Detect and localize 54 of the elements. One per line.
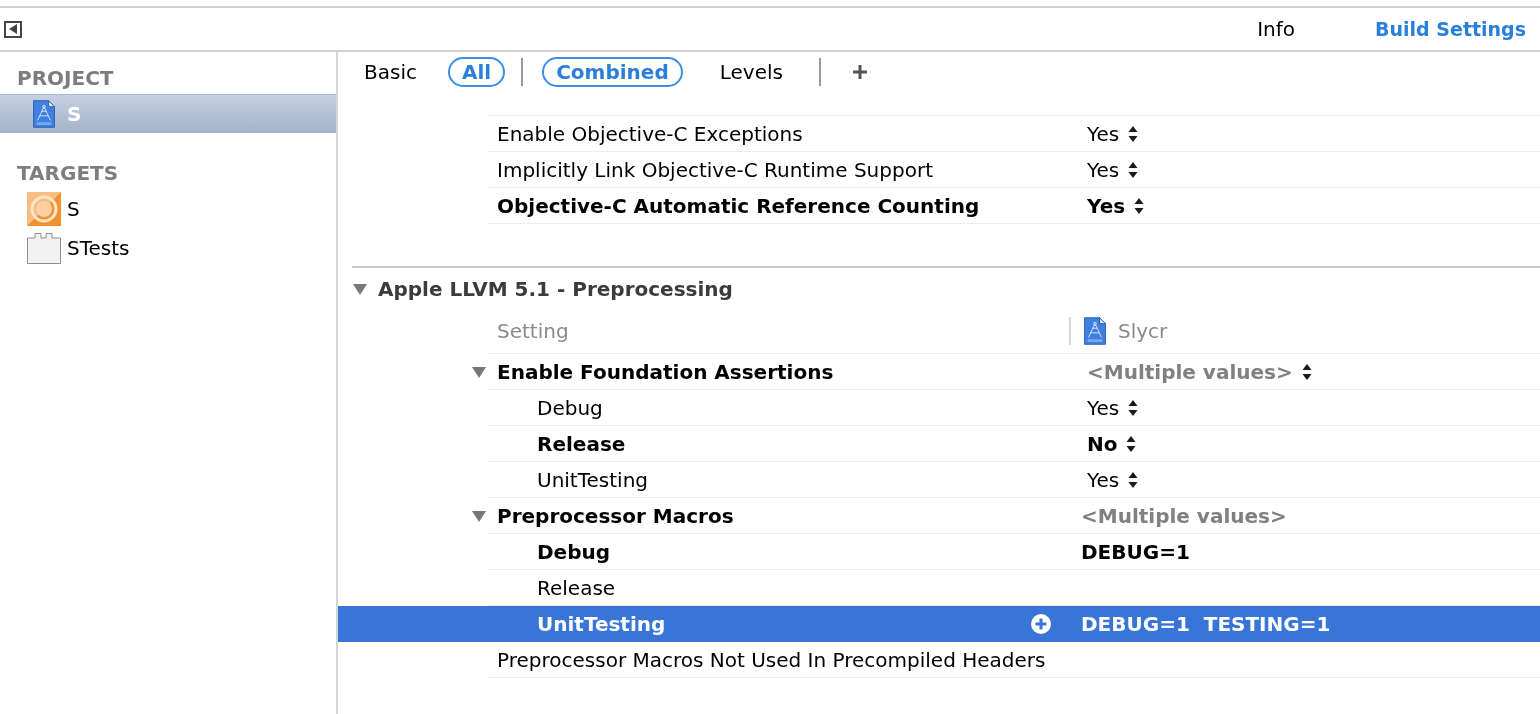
stepper-arrows-icon [1301,362,1312,381]
toolbar-tab[interactable]: Info [1257,14,1296,44]
value-popup[interactable]: <Multiple values> [1087,356,1312,387]
setting-value: DEBUG=1 [1081,538,1190,566]
sidebar-item[interactable]: STests [0,228,336,267]
stepper-arrows-icon [1134,196,1145,215]
sidebar-section-title: PROJECT [16,65,115,92]
setting-value: DEBUG=1 TESTING=1 [1081,611,1331,638]
setting-name: Preprocessor Macros [496,502,734,530]
filter-tab[interactable]: All [447,57,506,87]
back-button[interactable] [4,20,22,38]
left-triangle-icon [9,24,17,34]
setting-name: Enable Foundation Assertions [496,358,834,386]
add-button[interactable] [851,64,868,80]
setting-name: Preprocessor Macros Not Used In Precompiled Headers [496,646,1046,674]
stepper-arrows-icon [1128,398,1139,417]
setting-name: UnitTesting [536,466,649,494]
setting-name: Release [536,430,626,458]
setting-name: Debug [536,538,611,566]
setting-name: Implicitly Link Objective-C Runtime Support [496,156,933,184]
blueprint-document-icon [1084,317,1106,345]
column-header: Setting [496,318,569,345]
setting-row[interactable]: UnitTesting DEBUG=1 TESTING=1 [338,606,1540,642]
setting-name: Objective-C Automatic Reference Counting [496,192,980,220]
value-popup[interactable]: Yes [1087,190,1145,221]
setting-name: UnitTesting [536,611,666,638]
disclosure-triangle-icon[interactable] [471,508,487,524]
value-popup[interactable]: Yes [1087,118,1139,149]
sidebar-item[interactable]: S [0,189,336,228]
value-popup[interactable]: Yes [1087,154,1139,185]
value-popup[interactable]: No [1087,428,1137,459]
app-icon [27,191,61,226]
section-title: Apple LLVM 5.1 - Preprocessing [378,275,733,303]
plus-circle-icon[interactable] [1031,614,1051,634]
value-popup[interactable]: Yes [1087,392,1139,423]
stepper-arrows-icon [1128,160,1139,179]
filter-tab[interactable]: Basic [350,57,431,87]
value-popup[interactable]: Yes [1087,464,1139,495]
sidebar-section-title: TARGETS [16,160,120,187]
bundle-box-icon [27,231,61,264]
setting-name: Debug [536,394,603,422]
plus-icon [851,64,868,80]
filter-tab[interactable]: Combined [542,57,683,87]
setting-name: Enable Objective-C Exceptions [496,120,803,148]
stepper-arrows-icon [1128,124,1139,143]
column-header: Slycr [1118,318,1168,345]
toolbar-tab[interactable]: Build Settings [1375,14,1526,44]
setting-value: <Multiple values> [1081,502,1287,530]
disclosure-triangle-icon[interactable] [471,364,487,380]
filter-tab[interactable]: Levels [705,57,797,87]
setting-name: Release [536,574,616,602]
blueprint-document-icon [33,100,55,128]
stepper-arrows-icon [1126,434,1137,453]
stepper-arrows-icon [1128,470,1139,489]
